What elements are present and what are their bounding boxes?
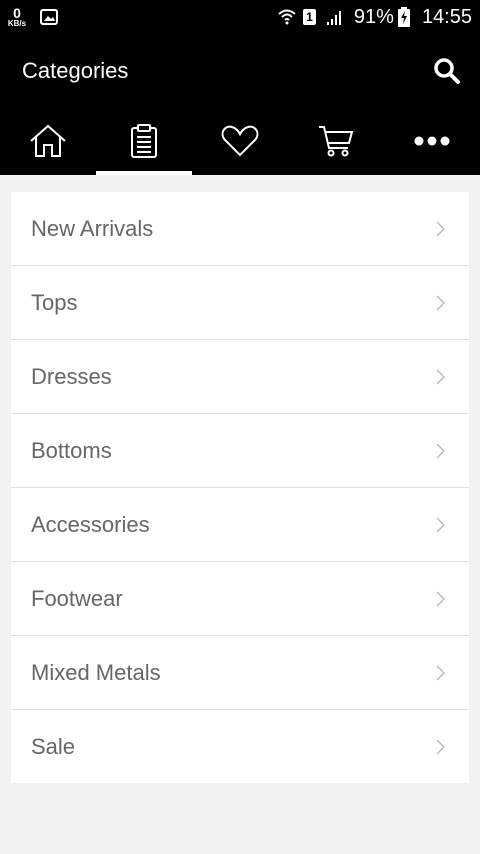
image-notification-icon <box>40 9 58 25</box>
cart-icon <box>319 125 354 156</box>
category-label: Sale <box>31 734 76 759</box>
category-item-sale[interactable]: Sale <box>11 710 469 783</box>
category-item-dresses[interactable]: Dresses <box>11 340 469 414</box>
chevron-right-icon <box>436 665 445 681</box>
battery-charging-icon <box>397 7 410 27</box>
clipboard-icon <box>131 123 157 158</box>
tab-more[interactable] <box>384 106 480 175</box>
network-speed-value: 0 <box>13 5 21 21</box>
tab-categories[interactable] <box>96 106 192 175</box>
network-speed: 0 KB/s <box>6 6 28 28</box>
sim-slot-badge: 1 <box>302 9 316 25</box>
search-button[interactable] <box>432 56 462 86</box>
category-label: Bottoms <box>31 438 112 463</box>
network-speed-unit: KB/s <box>7 19 27 28</box>
category-label: Mixed Metals <box>31 660 161 685</box>
chevron-right-icon <box>436 443 445 459</box>
status-bar: 0 KB/s 1 91% 14:55 <box>0 0 480 34</box>
chevron-right-icon <box>436 739 445 755</box>
chevron-right-icon <box>436 295 445 311</box>
tab-wishlist[interactable] <box>192 106 288 175</box>
heart-icon <box>221 125 259 156</box>
tab-home[interactable] <box>0 106 96 175</box>
more-icon <box>414 136 450 145</box>
category-item-bottoms[interactable]: Bottoms <box>11 414 469 488</box>
clock: 14:55 <box>421 5 472 28</box>
category-item-footwear[interactable]: Footwear <box>11 562 469 636</box>
page-title: Categories <box>22 58 129 83</box>
chevron-right-icon <box>436 591 445 607</box>
category-item-accessories[interactable]: Accessories <box>11 488 469 562</box>
category-label: Footwear <box>31 586 123 611</box>
battery-percent: 91% <box>353 5 394 28</box>
chevron-right-icon <box>436 517 445 533</box>
category-item-mixed-metals[interactable]: Mixed Metals <box>11 636 469 710</box>
wifi-icon <box>278 9 296 25</box>
category-label: Dresses <box>31 364 112 389</box>
tab-cart[interactable] <box>288 106 384 175</box>
app-header: Categories <box>0 34 480 175</box>
category-list: New Arrivals Tops Dresses Bottoms Access… <box>11 192 469 783</box>
search-icon <box>434 58 460 84</box>
home-icon <box>30 124 66 157</box>
category-label: Accessories <box>31 512 150 537</box>
signal-icon <box>326 11 341 25</box>
category-item-new-arrivals[interactable]: New Arrivals <box>11 192 469 266</box>
chevron-right-icon <box>436 221 445 237</box>
category-item-tops[interactable]: Tops <box>11 266 469 340</box>
category-label: Tops <box>31 290 78 315</box>
chevron-right-icon <box>436 369 445 385</box>
tab-bar <box>0 106 480 175</box>
category-label: New Arrivals <box>31 216 154 241</box>
